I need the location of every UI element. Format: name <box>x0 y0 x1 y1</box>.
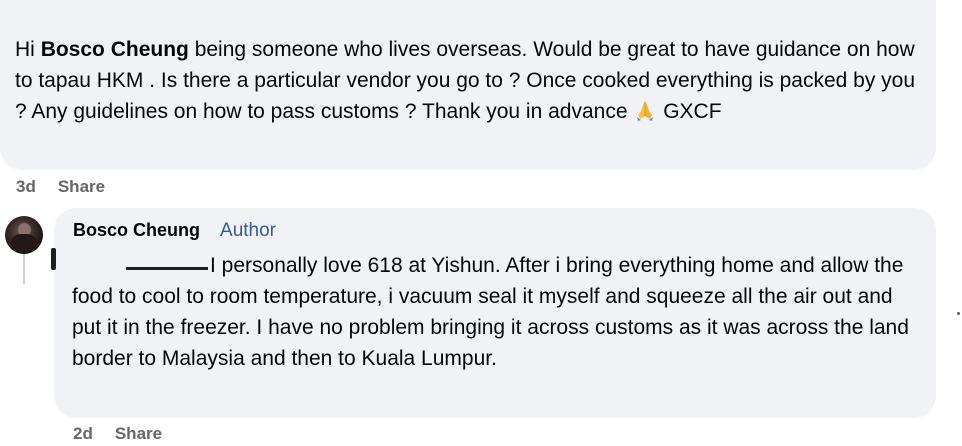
mention-link[interactable]: Bosco Cheung <box>41 38 189 61</box>
comment-greeting: Hi <box>15 38 35 61</box>
redaction-mark <box>51 248 56 270</box>
thread-line <box>23 254 25 284</box>
dot-mark <box>957 312 960 315</box>
author-badge: Author <box>220 220 276 241</box>
reply-body: I personally love 618 at Yishun. After i… <box>72 254 909 370</box>
folded-hands-icon <box>637 101 654 121</box>
comment-time[interactable]: 3d <box>16 177 36 197</box>
author-name[interactable]: Bosco Cheung <box>73 220 200 241</box>
reply-text: I personally love 618 at Yishun. After i… <box>72 250 922 374</box>
comment-actions: 3d Share <box>16 177 105 197</box>
share-button[interactable]: Share <box>58 177 105 197</box>
comment-text: Hi Bosco Cheung being someone who lives … <box>15 34 920 127</box>
reply-header: Bosco Cheung Author <box>73 220 276 242</box>
avatar[interactable] <box>5 216 43 254</box>
comment-signature: GXCF <box>663 100 722 123</box>
reply-bubble: Bosco Cheung Author I personally love 61… <box>51 208 936 418</box>
comment-bubble: Hi Bosco Cheung being someone who lives … <box>0 0 936 170</box>
reply-actions: 2d Share <box>73 424 162 444</box>
redaction-bar <box>126 267 208 270</box>
reply-time[interactable]: 2d <box>73 424 93 444</box>
reply-share-button[interactable]: Share <box>115 424 162 444</box>
